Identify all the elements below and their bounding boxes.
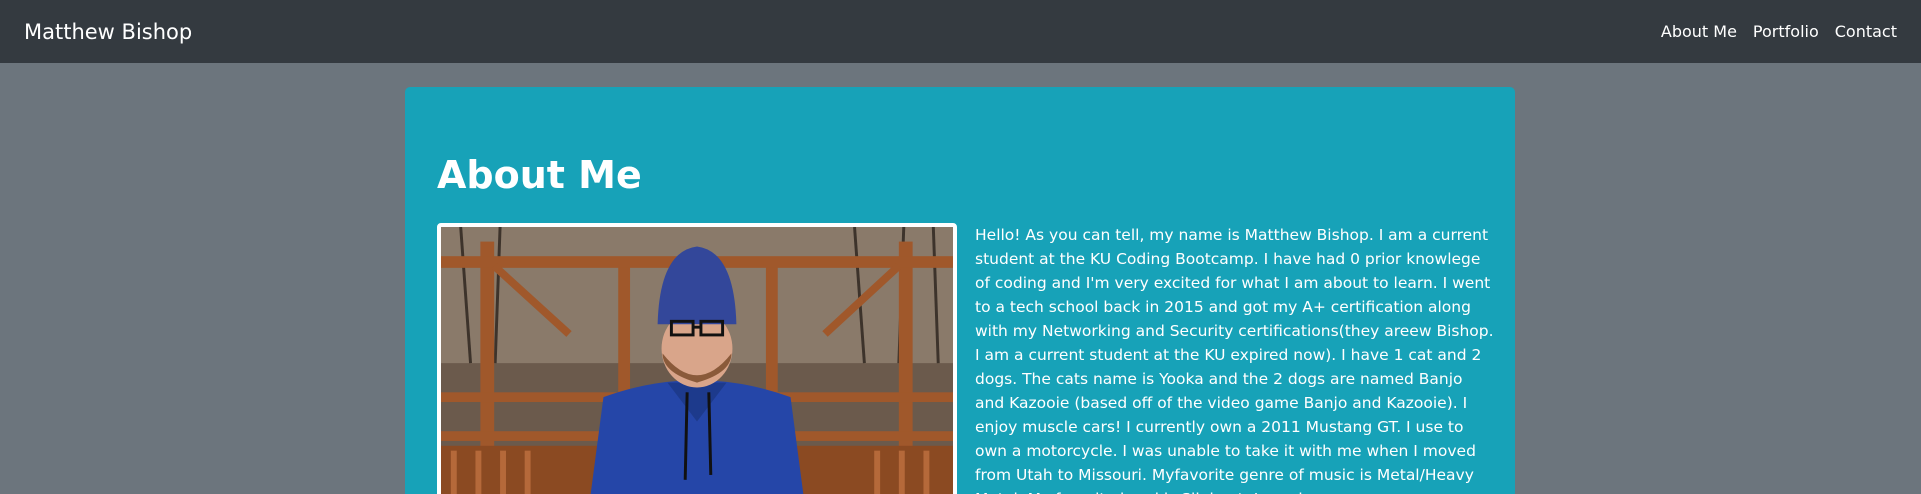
brand-link[interactable]: Matthew Bishop [24, 20, 192, 44]
profile-photo [437, 223, 957, 494]
nav-link-portfolio[interactable]: Portfolio [1753, 22, 1819, 41]
page-title: About Me [437, 153, 642, 197]
nav-link-contact[interactable]: Contact [1835, 22, 1897, 41]
nav-link-about-me[interactable]: About Me [1661, 22, 1737, 41]
bio-text: Hello! As you can tell, my name is Matth… [975, 226, 1494, 494]
nav-links: About Me Portfolio Contact [1661, 22, 1897, 41]
navbar: Matthew Bishop About Me Portfolio Contac… [0, 0, 1921, 63]
about-card: About Me Hello! As you can tell, my name… [405, 87, 1515, 494]
